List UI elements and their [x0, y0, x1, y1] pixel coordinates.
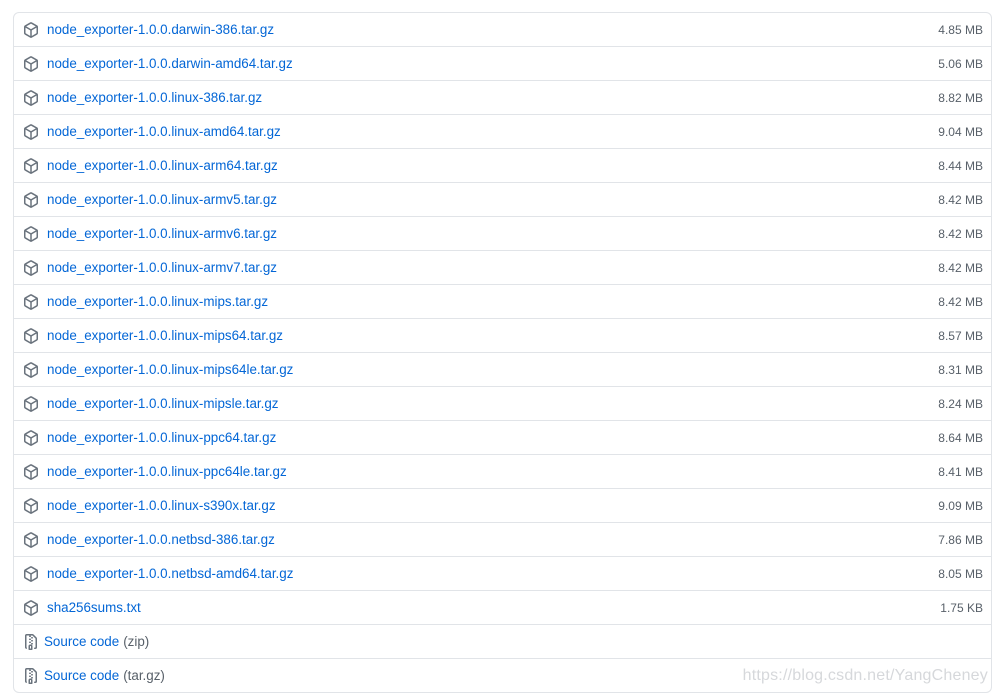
asset-download-link[interactable]: node_exporter-1.0.0.linux-ppc64le.tar.gz — [47, 464, 287, 479]
asset-download-link[interactable]: node_exporter-1.0.0.linux-armv6.tar.gz — [47, 226, 277, 241]
asset-row: node_exporter-1.0.0.linux-armv7.tar.gz 8… — [14, 250, 991, 284]
file-zip-icon — [23, 633, 39, 650]
asset-size: 8.44 MB — [938, 158, 983, 173]
asset-row: node_exporter-1.0.0.linux-mipsle.tar.gz … — [14, 386, 991, 420]
asset-row: node_exporter-1.0.0.netbsd-amd64.tar.gz … — [14, 556, 991, 590]
file-zip-icon — [23, 667, 39, 684]
asset-row: node_exporter-1.0.0.darwin-amd64.tar.gz … — [14, 46, 991, 80]
asset-download-link[interactable]: node_exporter-1.0.0.linux-ppc64.tar.gz — [47, 430, 276, 445]
package-icon — [23, 497, 39, 514]
package-icon — [23, 565, 39, 582]
archive-format-label: (tar.gz) — [123, 668, 165, 683]
asset-row: node_exporter-1.0.0.linux-ppc64.tar.gz 8… — [14, 420, 991, 454]
asset-row: node_exporter-1.0.0.linux-mips64le.tar.g… — [14, 352, 991, 386]
package-icon — [23, 361, 39, 378]
asset-row: node_exporter-1.0.0.netbsd-386.tar.gz 7.… — [14, 522, 991, 556]
asset-size: 8.42 MB — [938, 226, 983, 241]
asset-download-link[interactable]: node_exporter-1.0.0.linux-mipsle.tar.gz — [47, 396, 279, 411]
package-icon — [23, 191, 39, 208]
asset-row: node_exporter-1.0.0.darwin-386.tar.gz 4.… — [14, 13, 991, 46]
watermark-text: https://blog.csdn.net/YangCheney — [742, 667, 988, 684]
asset-size: 8.42 MB — [938, 294, 983, 309]
asset-download-link[interactable]: sha256sums.txt — [47, 600, 141, 615]
asset-row: node_exporter-1.0.0.linux-ppc64le.tar.gz… — [14, 454, 991, 488]
asset-download-link[interactable]: node_exporter-1.0.0.linux-armv5.tar.gz — [47, 192, 277, 207]
asset-download-link[interactable]: node_exporter-1.0.0.linux-386.tar.gz — [47, 90, 262, 105]
asset-row: node_exporter-1.0.0.linux-mips.tar.gz 8.… — [14, 284, 991, 318]
source-code-zip-link[interactable]: Source code — [44, 634, 119, 649]
source-code-row: Source code (zip) — [14, 624, 991, 658]
asset-size: 1.75 KB — [940, 600, 983, 615]
package-icon — [23, 89, 39, 106]
asset-row: node_exporter-1.0.0.linux-amd64.tar.gz 9… — [14, 114, 991, 148]
archive-format-label: (zip) — [123, 634, 150, 649]
asset-download-link[interactable]: node_exporter-1.0.0.linux-arm64.tar.gz — [47, 158, 278, 173]
asset-row: node_exporter-1.0.0.linux-arm64.tar.gz 8… — [14, 148, 991, 182]
package-icon — [23, 225, 39, 242]
asset-size: 9.09 MB — [938, 498, 983, 513]
package-icon — [23, 21, 39, 38]
asset-size: 8.42 MB — [938, 260, 983, 275]
package-icon — [23, 327, 39, 344]
asset-download-link[interactable]: node_exporter-1.0.0.linux-amd64.tar.gz — [47, 124, 281, 139]
asset-row: node_exporter-1.0.0.linux-armv5.tar.gz 8… — [14, 182, 991, 216]
package-icon — [23, 599, 39, 616]
asset-size: 9.04 MB — [938, 124, 983, 139]
asset-download-link[interactable]: node_exporter-1.0.0.linux-mips.tar.gz — [47, 294, 268, 309]
package-icon — [23, 157, 39, 174]
asset-download-link[interactable]: node_exporter-1.0.0.netbsd-amd64.tar.gz — [47, 566, 293, 581]
asset-download-link[interactable]: node_exporter-1.0.0.darwin-amd64.tar.gz — [47, 56, 293, 71]
asset-size: 5.06 MB — [938, 56, 983, 71]
package-icon — [23, 123, 39, 140]
asset-row: node_exporter-1.0.0.linux-s390x.tar.gz 9… — [14, 488, 991, 522]
asset-size: 8.41 MB — [938, 464, 983, 479]
asset-size: 7.86 MB — [938, 532, 983, 547]
source-code-targz-link[interactable]: Source code — [44, 668, 119, 683]
asset-size: 8.24 MB — [938, 396, 983, 411]
asset-size: 4.85 MB — [938, 22, 983, 37]
asset-row: node_exporter-1.0.0.linux-386.tar.gz 8.8… — [14, 80, 991, 114]
package-icon — [23, 531, 39, 548]
package-icon — [23, 259, 39, 276]
asset-size: 8.64 MB — [938, 430, 983, 445]
package-icon — [23, 463, 39, 480]
asset-size: 8.82 MB — [938, 90, 983, 105]
asset-row: sha256sums.txt 1.75 KB — [14, 590, 991, 624]
asset-size: 8.05 MB — [938, 566, 983, 581]
asset-download-link[interactable]: node_exporter-1.0.0.linux-s390x.tar.gz — [47, 498, 276, 513]
asset-download-link[interactable]: node_exporter-1.0.0.linux-mips64le.tar.g… — [47, 362, 293, 377]
package-icon — [23, 293, 39, 310]
asset-size: 8.31 MB — [938, 362, 983, 377]
asset-download-link[interactable]: node_exporter-1.0.0.darwin-386.tar.gz — [47, 22, 274, 37]
package-icon — [23, 395, 39, 412]
package-icon — [23, 55, 39, 72]
asset-size: 8.42 MB — [938, 192, 983, 207]
asset-download-link[interactable]: node_exporter-1.0.0.linux-armv7.tar.gz — [47, 260, 277, 275]
asset-row: node_exporter-1.0.0.linux-mips64.tar.gz … — [14, 318, 991, 352]
asset-download-link[interactable]: node_exporter-1.0.0.linux-mips64.tar.gz — [47, 328, 283, 343]
release-assets-list: node_exporter-1.0.0.darwin-386.tar.gz 4.… — [13, 12, 992, 693]
asset-row: node_exporter-1.0.0.linux-armv6.tar.gz 8… — [14, 216, 991, 250]
asset-size: 8.57 MB — [938, 328, 983, 343]
package-icon — [23, 429, 39, 446]
asset-download-link[interactable]: node_exporter-1.0.0.netbsd-386.tar.gz — [47, 532, 275, 547]
